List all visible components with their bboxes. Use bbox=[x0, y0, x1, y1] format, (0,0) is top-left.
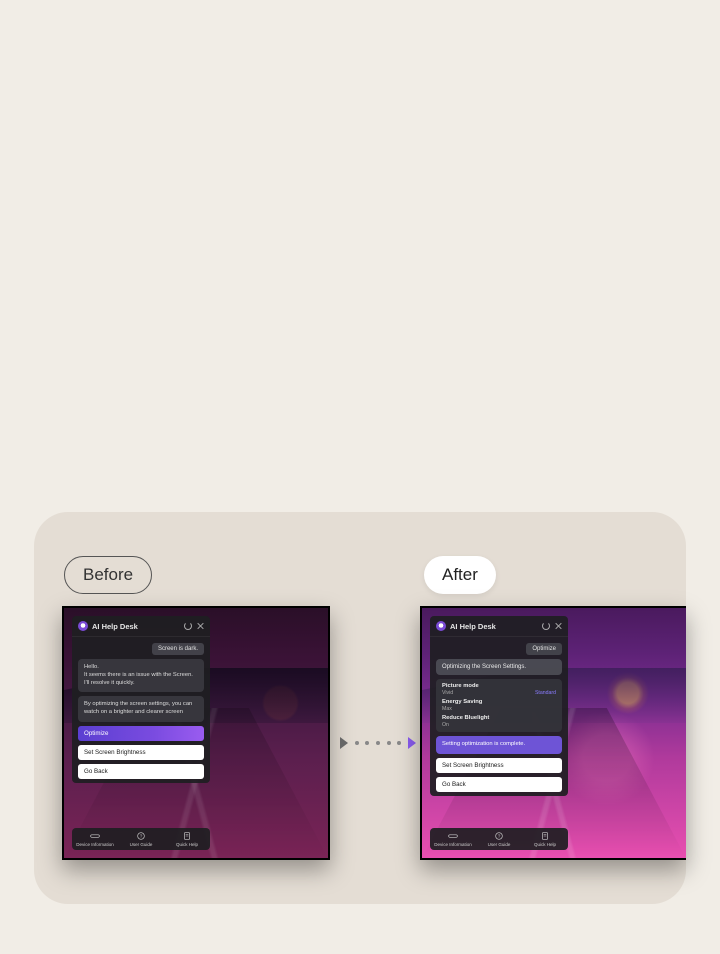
user-message-chip: Screen is dark. bbox=[152, 643, 204, 655]
ai-help-desk-panel-after: AI Help Desk Optimize Optimizing the Scr… bbox=[430, 616, 568, 796]
panel-title: AI Help Desk bbox=[450, 622, 538, 631]
doc-icon bbox=[182, 832, 192, 840]
reload-icon[interactable] bbox=[184, 622, 192, 630]
arrow-dot bbox=[397, 741, 401, 745]
setting-row-energy-saving: Energy Saving Max bbox=[442, 699, 556, 712]
arrow-start-icon bbox=[340, 737, 348, 749]
tv-before: AI Help Desk Screen is dark. Hello. It s… bbox=[62, 606, 330, 860]
settings-summary: Picture mode Standard Vivid Energy Savin… bbox=[436, 679, 562, 732]
ai-eye-icon bbox=[436, 621, 446, 631]
after-label-pill: After bbox=[424, 556, 496, 594]
footer-quick-help[interactable]: Quick Help bbox=[522, 832, 568, 847]
device-icon bbox=[448, 832, 458, 840]
help-circle-icon: ? bbox=[494, 832, 504, 840]
user-message-chip: Optimize bbox=[526, 643, 562, 655]
optimize-button[interactable]: Optimize bbox=[78, 726, 204, 741]
set-brightness-button[interactable]: Set Screen Brightness bbox=[436, 758, 562, 773]
panel-footer: Device Information ? User Guide Quick He… bbox=[430, 828, 568, 850]
footer-user-guide[interactable]: ? User Guide bbox=[476, 832, 522, 847]
arrow-end-icon bbox=[408, 737, 416, 749]
arrow-dot bbox=[376, 741, 380, 745]
go-back-button[interactable]: Go Back bbox=[436, 777, 562, 792]
close-icon[interactable] bbox=[196, 622, 204, 630]
svg-text:?: ? bbox=[140, 834, 143, 839]
before-label-text: Before bbox=[83, 565, 133, 585]
panel-footer: Device Information ? User Guide Quick He… bbox=[72, 828, 210, 850]
setting-row-picture-mode: Picture mode Standard Vivid bbox=[442, 683, 556, 696]
footer-device-info[interactable]: Device Information bbox=[430, 832, 476, 847]
help-circle-icon: ? bbox=[136, 832, 146, 840]
footer-device-info[interactable]: Device Information bbox=[72, 832, 118, 847]
transition-arrow bbox=[340, 736, 416, 750]
completion-message: Setting optimization is complete. bbox=[436, 736, 562, 754]
ai-eye-icon bbox=[78, 621, 88, 631]
set-brightness-button[interactable]: Set Screen Brightness bbox=[78, 745, 204, 760]
go-back-button[interactable]: Go Back bbox=[78, 764, 204, 779]
svg-text:?: ? bbox=[498, 834, 501, 839]
reload-icon[interactable] bbox=[542, 622, 550, 630]
ai-message-1: Hello. It seems there is an issue with t… bbox=[78, 659, 204, 692]
before-label-pill: Before bbox=[64, 556, 152, 594]
device-icon bbox=[90, 832, 100, 840]
ai-help-desk-panel-before: AI Help Desk Screen is dark. Hello. It s… bbox=[72, 616, 210, 783]
panel-header: AI Help Desk bbox=[430, 616, 568, 637]
footer-quick-help[interactable]: Quick Help bbox=[164, 832, 210, 847]
arrow-dot bbox=[355, 741, 359, 745]
arrow-dot bbox=[365, 741, 369, 745]
tv-after: AI Help Desk Optimize Optimizing the Scr… bbox=[420, 606, 686, 860]
ai-message-2: By optimizing the screen settings, you c… bbox=[78, 696, 204, 722]
panel-header: AI Help Desk bbox=[72, 616, 210, 637]
close-icon[interactable] bbox=[554, 622, 562, 630]
setting-row-bluelight: Reduce Bluelight On bbox=[442, 715, 556, 728]
doc-icon bbox=[540, 832, 550, 840]
arrow-dot bbox=[387, 741, 391, 745]
panel-title: AI Help Desk bbox=[92, 622, 180, 631]
status-message: Optimizing the Screen Settings. bbox=[436, 659, 562, 675]
after-label-text: After bbox=[442, 565, 478, 585]
standard-link[interactable]: Standard bbox=[535, 690, 556, 696]
footer-user-guide[interactable]: ? User Guide bbox=[118, 832, 164, 847]
